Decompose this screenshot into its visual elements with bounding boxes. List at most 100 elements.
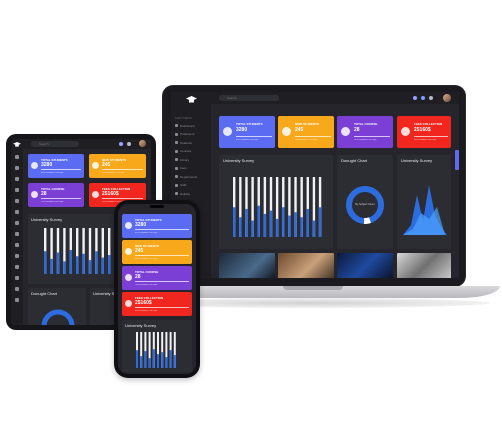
card-value: 3280 [236,127,248,133]
stat-card[interactable]: NEW STUDENTS 245 50% Increase in 25 Days [89,154,146,178]
sidebar-item[interactable]: Fees [180,166,187,170]
stat-card[interactable]: NEW STUDENTS 245 50% Increase in 25 Days [122,240,192,264]
settings-tab[interactable] [455,150,459,170]
sidebar-item[interactable]: Library [180,158,189,162]
settings-icon[interactable] [413,96,417,100]
sidebar-icon[interactable] [15,166,19,170]
sidebar-icon[interactable] [15,276,19,280]
tablet-topbar: Search [23,139,151,149]
card-icon [31,191,38,198]
mail-icon[interactable] [127,142,131,146]
card-subtext: 80% Increase in 20 Days [135,232,158,234]
sidebar-icon[interactable] [15,177,19,181]
stat-card[interactable]: FEES COLLECTION 25160$ 30% Increase in 30 … [397,116,451,148]
card-icon [341,127,350,136]
stat-card[interactable]: TOTAL STUDENTS 3280 80% Increase in 20 Day… [28,154,84,178]
card-icon [125,274,132,281]
card-title: TOTAL STUDENTS [236,122,263,126]
bar [173,355,176,368]
card-progress [414,136,448,137]
donut-chart [346,186,384,224]
sidebar-item-icon [175,132,178,136]
sidebar-heading: MAIN MENU [175,116,193,120]
bar [239,217,242,237]
bar [69,249,72,274]
sidebar-item-icon [175,149,178,153]
sidebar-icon[interactable] [15,232,19,236]
card-progress [295,136,331,137]
sidebar-item[interactable]: Courses [180,149,191,153]
bar [306,208,309,237]
bar [165,357,168,368]
laptop-screen: MAIN MENU Dashboard Professors Students Cou… [171,92,459,278]
stat-card[interactable]: FEES COLLECTION 25160$ 30% Increase in 30 … [122,292,192,316]
sidebar-item[interactable]: Departments [180,175,197,179]
sidebar-icon[interactable] [15,199,19,203]
card-icon [125,300,132,307]
sidebar-icon[interactable] [15,254,19,258]
sidebar-icon[interactable] [15,243,19,247]
donut-chart [41,309,75,325]
bar [300,217,303,237]
bar [101,257,104,274]
card-title: FEES COLLECTION [414,122,443,126]
bar [56,252,60,274]
sidebar-icon[interactable] [15,188,19,192]
card-title: TOTAL COURSE [354,122,378,126]
card-progress [102,169,143,170]
bell-icon[interactable] [119,142,123,146]
avatar[interactable] [139,140,146,147]
card-icon [401,127,410,136]
card-progress [135,229,189,230]
card-subtext: 50% Increase in 25 Days [295,139,318,141]
sidebar-icon[interactable] [15,265,19,269]
bar [161,352,164,368]
card-progress [41,169,81,170]
sidebar-icon[interactable] [15,221,19,225]
donut-center-label: By Subject Count [355,203,375,206]
sidebar-item[interactable]: Students [180,141,192,145]
card-subtext: 76% Increase in 20 Days [354,139,377,141]
sidebar-item[interactable]: Holiday [180,192,190,196]
card-subtext: 30% Increase in 30 Days [135,310,158,312]
card-progress [41,198,81,199]
card-subtext: 50% Increase in 25 Days [102,172,125,174]
phone-speaker [150,205,164,208]
bar [288,215,291,237]
card-progress [135,281,189,282]
bar [251,220,254,237]
sidebar-item[interactable]: Professors [180,132,194,136]
sidebar-item[interactable]: Dashboard [180,124,195,128]
bar [82,253,85,274]
sidebar-item-icon [175,175,178,178]
bar [136,350,138,368]
sidebar-icon[interactable] [15,298,19,302]
search-input[interactable]: Search [31,141,79,147]
stat-card[interactable]: TOTAL COURSE 28 76% Increase in 20 Days [28,183,84,207]
stat-card[interactable]: TOTAL COURSE 28 76% Increase in 20 Days [122,266,192,290]
card-subtext: 80% Increase in 20 Days [41,172,64,174]
avatar[interactable] [443,94,451,102]
bell-icon[interactable] [421,96,425,100]
stat-card[interactable]: TOTAL STUDENTS 3280 80% Increase in 20 Day… [122,214,192,238]
stat-card[interactable]: NEW STUDENTS 245 50% Increase in 25 Days [278,116,334,148]
bar [275,218,279,237]
sidebar-icon[interactable] [15,287,19,291]
tablet-sidebar [11,139,23,325]
sidebar-icon[interactable] [15,155,19,159]
card-progress [236,136,272,137]
mail-icon[interactable] [429,96,433,100]
stat-card[interactable]: TOTAL COURSE 28 76% Increase in 20 Days [337,116,393,148]
photo-2 [278,253,334,278]
stat-card[interactable]: TOTAL STUDENTS 3280 80% Increase in 20 Day… [219,116,275,148]
sidebar-item[interactable]: Staff [180,183,186,187]
sidebar-item-icon [175,183,178,187]
card-subtext: 76% Increase in 20 Days [135,284,158,286]
card-value: 25160$ [102,191,119,197]
card-value: 3280 [41,162,53,168]
search-input[interactable]: Search [219,95,279,101]
sidebar-icon[interactable] [15,210,19,214]
bar [95,251,98,274]
bar [50,258,53,274]
card-value: 245 [295,127,304,133]
